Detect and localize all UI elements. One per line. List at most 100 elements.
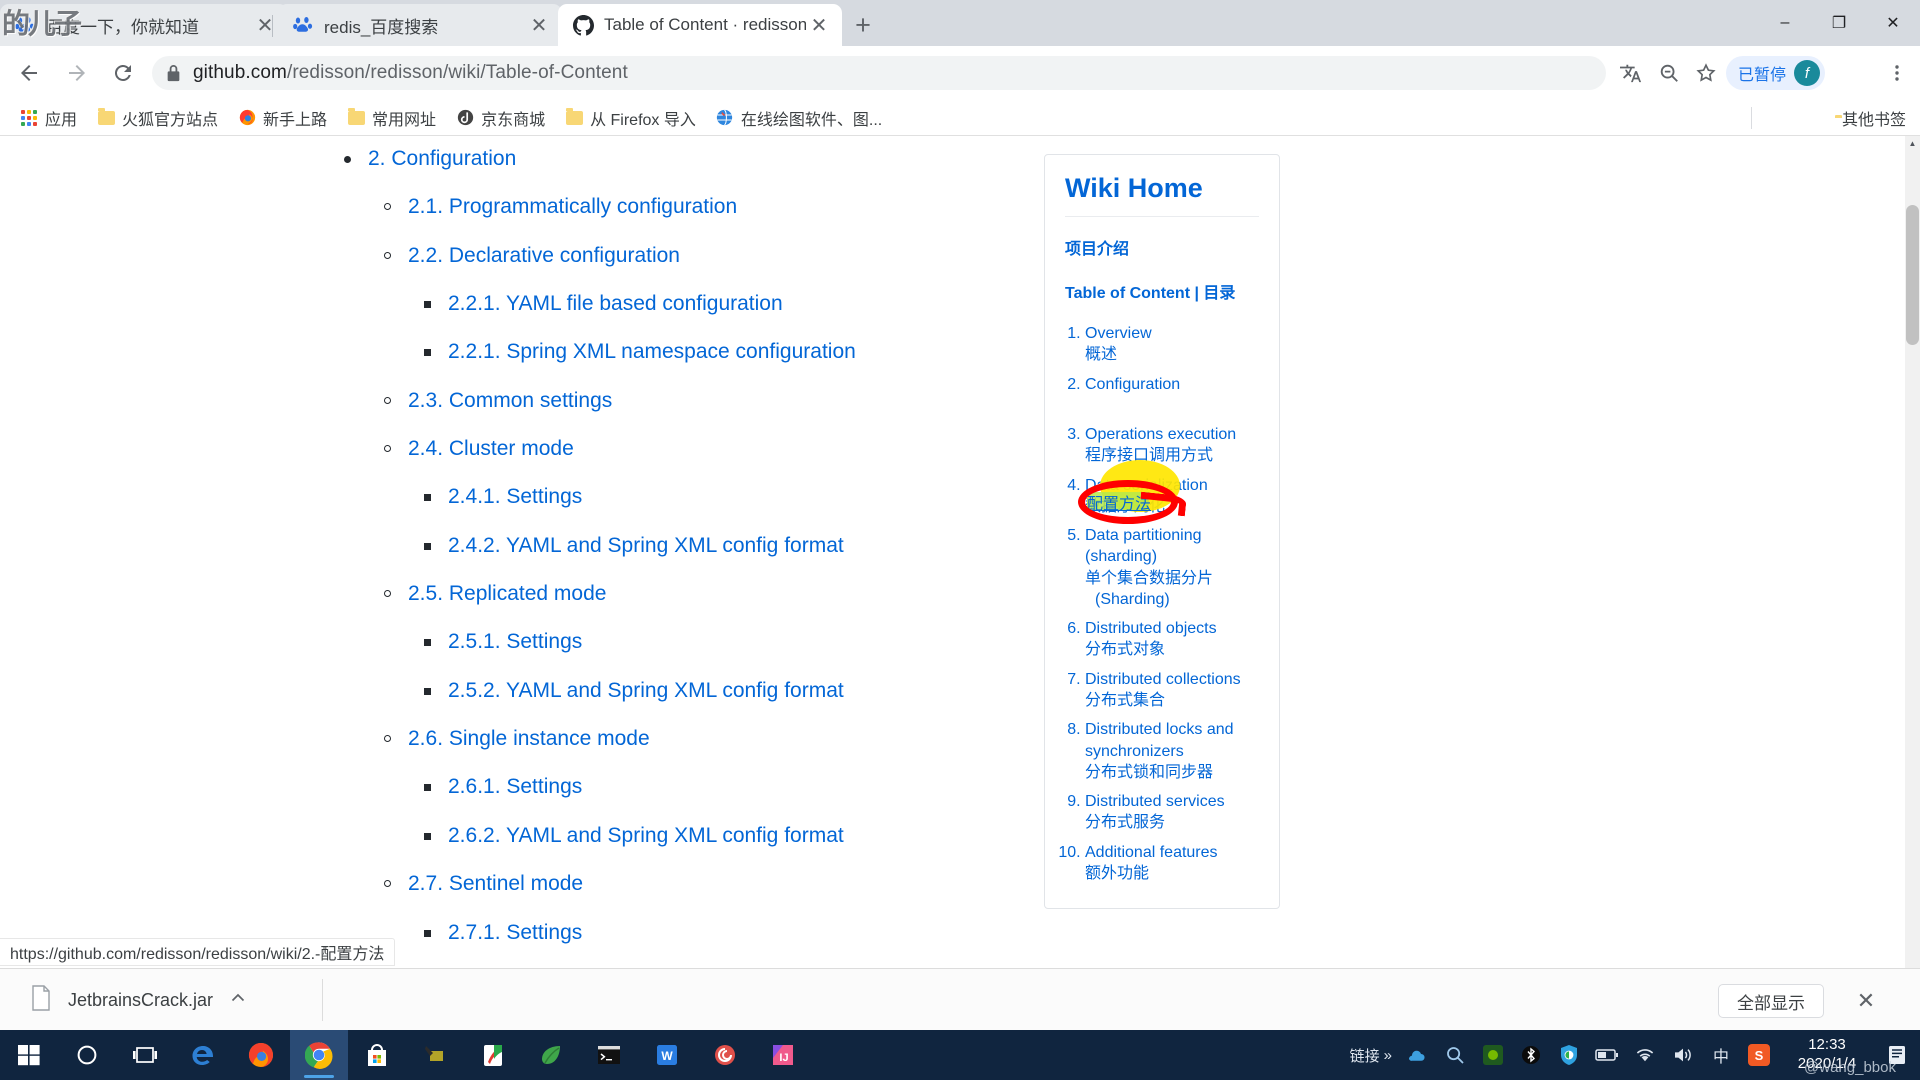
- toc-link[interactable]: 2.4.2. YAML and Spring XML config format: [448, 534, 844, 557]
- sidebar-item-label-zh[interactable]: 分布式对象: [1085, 639, 1259, 660]
- bookmark-item-0[interactable]: 火狐官方站点: [89, 103, 226, 133]
- taskbar-clock[interactable]: 12:33 2020/1/4: [1784, 1036, 1870, 1074]
- sidebar-item-label-zh[interactable]: 分布式集合: [1085, 690, 1259, 711]
- snail-app-icon[interactable]: [696, 1030, 754, 1080]
- edge-icon[interactable]: [174, 1030, 232, 1080]
- profile-paused-chip[interactable]: 已暂停 f: [1726, 56, 1826, 90]
- sidebar-item-label-zh[interactable]: 概述: [1085, 344, 1259, 365]
- toc-link[interactable]: 2.2. Declarative configuration: [408, 244, 680, 267]
- sidebar-item-label-zh[interactable]: 分布式锁和同步器: [1085, 762, 1259, 783]
- wifi-icon[interactable]: [1632, 1042, 1658, 1068]
- sidebar-item-label-zh[interactable]: 分布式服务: [1085, 812, 1259, 833]
- sidebar-item-3[interactable]: Operations execution 程序接口调用方式: [1085, 424, 1259, 467]
- toc-link[interactable]: 2.6. Single instance mode: [408, 727, 650, 750]
- sidebar-item-label-en[interactable]: Distributed collections: [1085, 671, 1241, 688]
- sidebar-item-5[interactable]: Data partitioning (sharding) 单个集合数据分片 (S…: [1085, 525, 1259, 610]
- start-button[interactable]: [0, 1030, 58, 1080]
- sogou-input-icon[interactable]: S: [1746, 1042, 1772, 1068]
- toc-link[interactable]: 2.6.2. YAML and Spring XML config format: [448, 824, 844, 847]
- chrome-icon[interactable]: [290, 1030, 348, 1080]
- sidebar-item-label-en[interactable]: Distributed services: [1085, 793, 1225, 810]
- tray-links[interactable]: 链接 »: [1350, 1045, 1392, 1066]
- sidebar-item-label-zh[interactable]: 程序接口调用方式: [1085, 445, 1259, 466]
- kebab-menu-icon[interactable]: [1880, 56, 1914, 90]
- foxit-reader-icon[interactable]: [464, 1030, 522, 1080]
- toc-link[interactable]: 2.4.1. Settings: [448, 485, 582, 508]
- app-dark-icon[interactable]: [406, 1030, 464, 1080]
- ime-indicator[interactable]: 中: [1708, 1042, 1734, 1068]
- sidebar-item-2[interactable]: Configuration 配置方法: [1085, 374, 1259, 417]
- sidebar-item-7[interactable]: Distributed collections 分布式集合: [1085, 669, 1259, 712]
- search-icon[interactable]: [1442, 1042, 1468, 1068]
- close-window-button[interactable]: ✕: [1866, 0, 1920, 46]
- toc-link[interactable]: 2.2.1. YAML file based configuration: [448, 292, 783, 315]
- toc-link[interactable]: 2.7.1. Settings: [448, 921, 582, 944]
- chevron-up-icon[interactable]: [229, 989, 247, 1012]
- download-item[interactable]: JetbrainsCrack.jar: [20, 979, 257, 1021]
- reload-button[interactable]: [104, 54, 142, 92]
- maximize-restore-button[interactable]: ❐: [1812, 0, 1866, 46]
- sidebar-item-9[interactable]: Distributed services 分布式服务: [1085, 791, 1259, 834]
- microsoft-store-icon[interactable]: [348, 1030, 406, 1080]
- sidebar-item-label-en[interactable]: Distributed objects: [1085, 620, 1217, 637]
- forward-button[interactable]: [58, 54, 96, 92]
- sidebar-item-label-zh[interactable]: 额外功能: [1085, 863, 1259, 884]
- sidebar-item-label-en[interactable]: Operations execution: [1085, 426, 1236, 443]
- sidebar-link-toc[interactable]: Table of Content | 目录: [1065, 279, 1259, 303]
- back-button[interactable]: [10, 54, 48, 92]
- browser-tab-1[interactable]: redis_百度搜索 ✕: [278, 4, 562, 46]
- bookmark-apps[interactable]: 应用: [12, 103, 85, 133]
- sidebar-item-label-en[interactable]: Distributed locks and synchronizers: [1085, 721, 1234, 759]
- toc-link[interactable]: 2.5.1. Settings: [448, 630, 582, 653]
- sidebar-item-label-sub[interactable]: (Sharding): [1085, 589, 1259, 610]
- sidebar-item-label-zh[interactable]: 单个集合数据分片: [1085, 568, 1259, 589]
- bookmark-item-4[interactable]: 从 Firefox 导入: [557, 103, 704, 133]
- sidebar-item-8[interactable]: Distributed locks and synchronizers 分布式锁…: [1085, 719, 1259, 783]
- sidebar-item-label-en[interactable]: Additional features: [1085, 844, 1218, 861]
- bookmark-item-2[interactable]: 常用网址: [339, 103, 444, 133]
- toc-link[interactable]: 2.6.1. Settings: [448, 775, 582, 798]
- tab-close-icon[interactable]: ✕: [806, 12, 832, 38]
- toc-link[interactable]: 2.7. Sentinel mode: [408, 872, 583, 895]
- close-shelf-icon[interactable]: ✕: [1852, 987, 1880, 1015]
- scrollbar-thumb[interactable]: [1906, 205, 1919, 345]
- firefox-icon[interactable]: [232, 1030, 290, 1080]
- tab-close-icon[interactable]: ✕: [252, 12, 278, 38]
- browser-tab-2-active[interactable]: Table of Content · redisson/re ✕: [558, 4, 842, 46]
- bookmark-item-5[interactable]: 在线绘图软件、图...: [708, 103, 890, 133]
- translate-icon[interactable]: [1614, 56, 1648, 90]
- nvidia-icon[interactable]: [1480, 1042, 1506, 1068]
- toc-link[interactable]: 2.5. Replicated mode: [408, 582, 606, 605]
- sidebar-item-10[interactable]: Additional features 额外功能: [1085, 842, 1259, 885]
- wps-writer-icon[interactable]: W: [638, 1030, 696, 1080]
- sidebar-item-1[interactable]: Overview 概述: [1085, 323, 1259, 366]
- toc-link[interactable]: 2.1. Programmatically configuration: [408, 195, 737, 218]
- bookmark-item-3[interactable]: 京东商城: [448, 103, 553, 133]
- sidebar-link-intro[interactable]: 项目介绍: [1065, 235, 1259, 259]
- toc-link[interactable]: 2.4. Cluster mode: [408, 437, 574, 460]
- page-scrollbar[interactable]: ▲ ▼: [1905, 136, 1920, 1030]
- security-icon[interactable]: [1556, 1042, 1582, 1068]
- bookmark-item-1[interactable]: 新手上路: [230, 103, 335, 133]
- chevron-right-icon[interactable]: »: [1384, 1047, 1392, 1064]
- cortana-search-icon[interactable]: [58, 1030, 116, 1080]
- browser-tab-0[interactable]: 百度一下，你就知道 ✕: [0, 4, 288, 46]
- task-view-icon[interactable]: [116, 1030, 174, 1080]
- address-bar[interactable]: github.com/redisson/redisson/wiki/Table-…: [152, 56, 1606, 90]
- leaf-app-icon[interactable]: [522, 1030, 580, 1080]
- sidebar-item-label-en[interactable]: Data partitioning (sharding): [1085, 527, 1202, 565]
- toc-link[interactable]: 2.3. Common settings: [408, 389, 612, 412]
- volume-icon[interactable]: [1670, 1042, 1696, 1068]
- sidebar-item-6[interactable]: Distributed objects 分布式对象: [1085, 618, 1259, 661]
- intellij-idea-icon[interactable]: IJ: [754, 1030, 812, 1080]
- onedrive-icon[interactable]: [1404, 1042, 1430, 1068]
- notification-icon[interactable]: [1882, 1040, 1912, 1070]
- tab-close-icon[interactable]: ✕: [526, 12, 552, 38]
- sidebar-item-label-en[interactable]: Configuration: [1085, 376, 1180, 393]
- show-all-downloads-button[interactable]: 全部显示: [1718, 984, 1824, 1018]
- battery-icon[interactable]: [1594, 1042, 1620, 1068]
- toc-link[interactable]: 2.2.1. Spring XML namespace configuratio…: [448, 340, 856, 363]
- star-icon[interactable]: [1689, 56, 1723, 90]
- zoom-out-icon[interactable]: [1652, 56, 1686, 90]
- toc-link[interactable]: 2.5.2. YAML and Spring XML config format: [448, 679, 844, 702]
